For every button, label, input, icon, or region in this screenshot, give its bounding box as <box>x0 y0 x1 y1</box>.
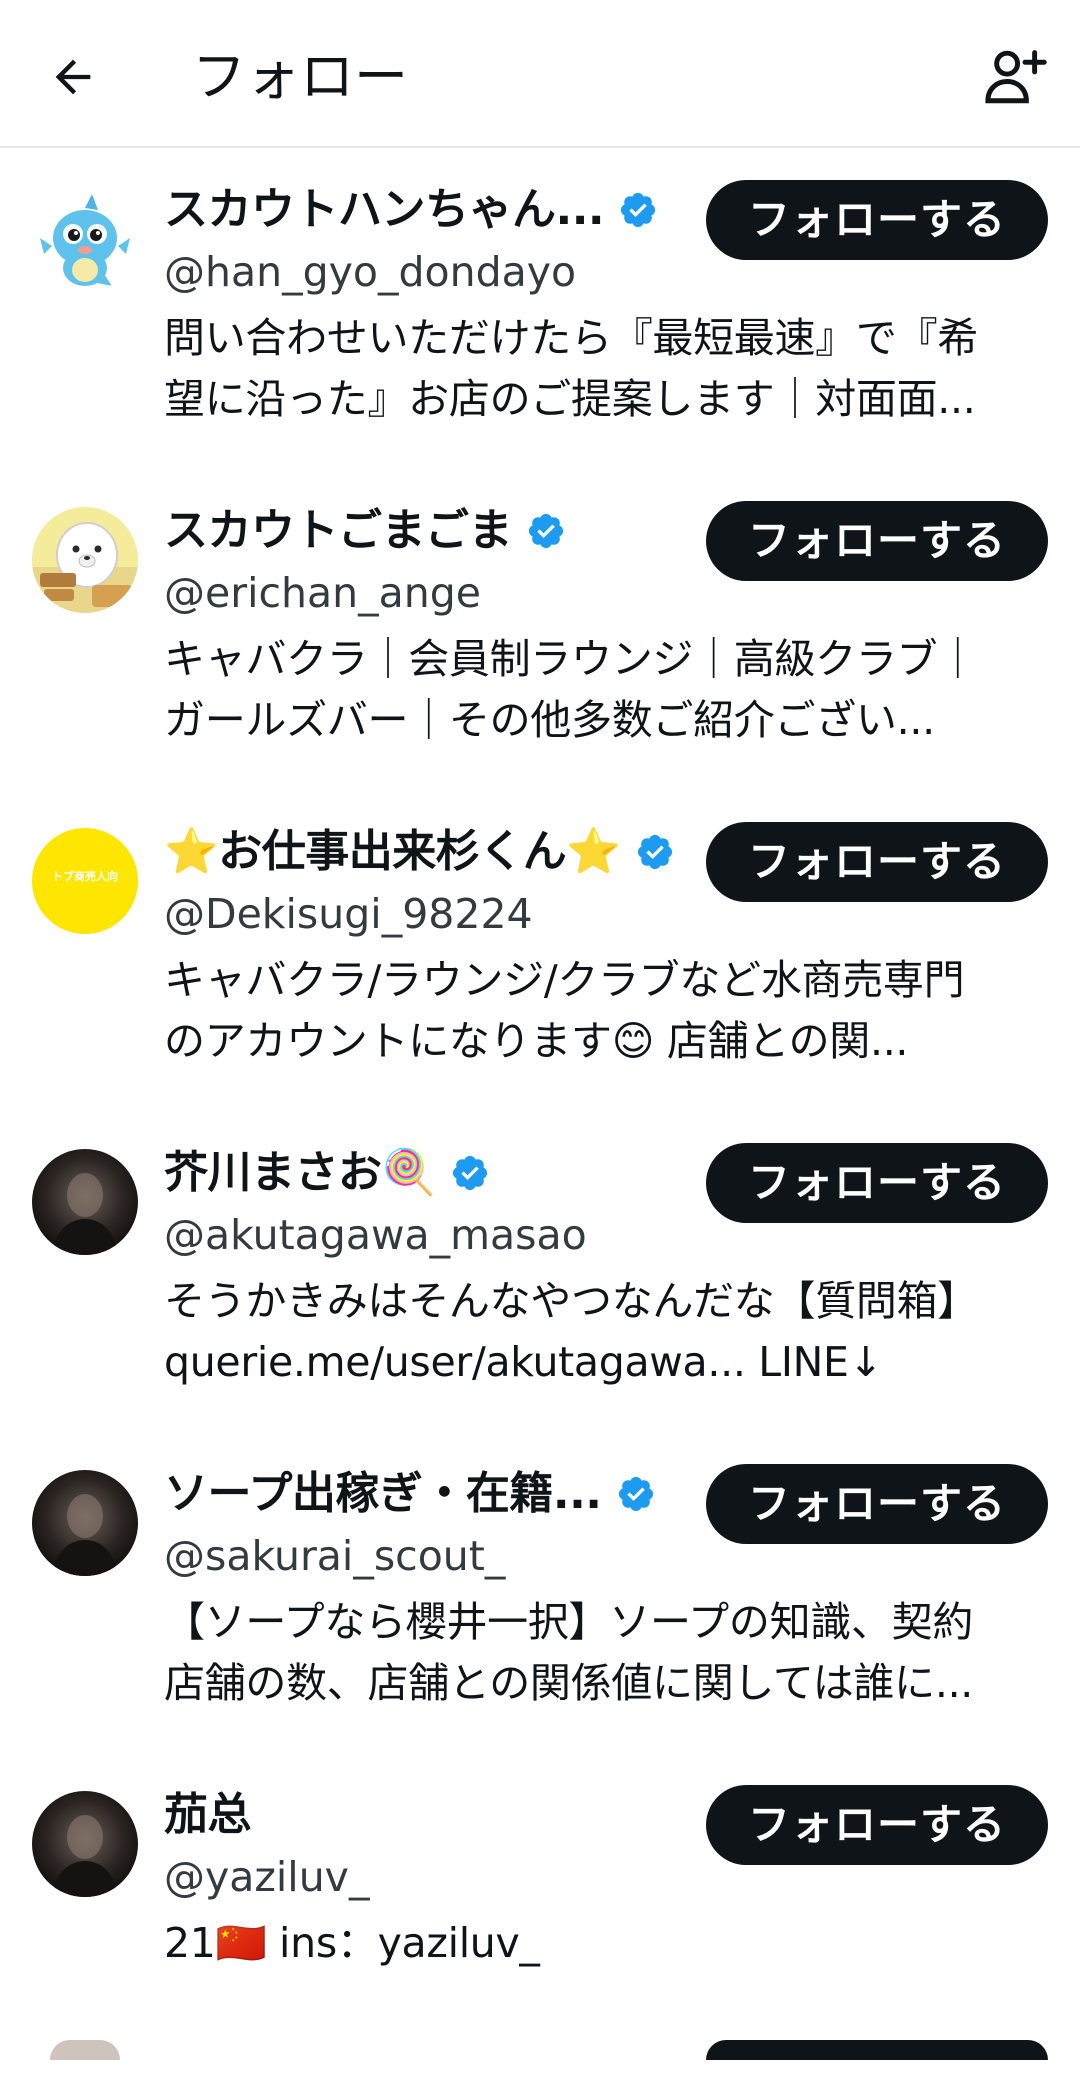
following-list: スカウトハンちゃん... @han_gyo_dondayo 問い合わせいただけたら『… <box>0 148 1080 2074</box>
verified-badge <box>635 832 675 872</box>
arrow-left-icon <box>55 59 91 95</box>
follow-button[interactable]: フォローする <box>706 1785 1048 1865</box>
user-row[interactable]: 茄总 @yaziluv_ 21🇨🇳 ins：yaziluv_ フォローする <box>0 1753 1080 2074</box>
verified-badge-icon <box>621 192 656 228</box>
top-app-bar: フォロー <box>0 0 1080 148</box>
verified-badge <box>526 511 566 551</box>
user-bio: 21🇨🇳 ins：yaziluv_ <box>164 1913 1054 1974</box>
bio-line: のアカウントになります😊 店舗との関... <box>164 1017 909 1065</box>
user-row[interactable]: ソープ出稼ぎ・在籍... @sakurai_scout_ 【ソープなら櫻井一択】ソー… <box>0 1432 1080 1753</box>
avatar <box>50 2040 120 2060</box>
display-name[interactable]: スカウトハンちゃん... <box>164 182 605 238</box>
follow-button[interactable]: フォローする <box>706 501 1048 581</box>
add-user-button[interactable] <box>978 40 1050 112</box>
verified-badge-icon <box>452 1155 487 1191</box>
user-row[interactable]: 芥川まさお🍭 @akutagawa_masao そうかきみはそんなやつなんだな【質問… <box>0 1111 1080 1432</box>
display-name[interactable]: 茄总 <box>164 1787 252 1843</box>
user-row[interactable]: トブ商売人向 ⭐お仕事出来杉くん⭐ @Dekisugi_98224 キャバクラ/ラウン… <box>0 790 1080 1111</box>
avatar[interactable] <box>32 1470 138 1576</box>
user-handle: @yaziluv_ <box>164 1853 370 1901</box>
page-title: フォロー <box>192 45 408 108</box>
bio-line: 【ソープなら櫻井一択】ソープの知識、契約 <box>164 1598 974 1646</box>
person-add-icon <box>985 50 1047 104</box>
back-button[interactable] <box>40 44 106 110</box>
display-name-line: スカウトハンちゃん... <box>164 178 658 242</box>
user-handle: @akutagawa_masao <box>164 1211 587 1259</box>
bio-line: querie.me/user/akutagawa... LINE↓ <box>164 1338 883 1386</box>
display-name[interactable]: 芥川まさお🍭 <box>164 1145 436 1201</box>
bio-line: キャバクラ｜会員制ラウンジ｜高級クラブ｜ <box>164 635 978 683</box>
user-handle: @sakurai_scout_ <box>164 1532 506 1580</box>
verified-badge-icon <box>637 834 672 870</box>
display-name[interactable]: ⭐お仕事出来杉くん⭐ <box>164 824 621 880</box>
bio-line: キャバクラ/ラウンジ/クラブなど水商売専門 <box>164 956 965 1004</box>
verified-badge-icon <box>618 1476 653 1512</box>
display-name-line: ソープ出稼ぎ・在籍... <box>164 1462 656 1526</box>
bio-line: 望に沿った』お店のご提案します｜対面面... <box>164 375 976 423</box>
follow-button[interactable]: フォローする <box>706 822 1048 902</box>
bio-line: 21🇨🇳 ins：yaziluv_ <box>164 1919 540 1967</box>
bio-line: 問い合わせいただけたら『最短最速』で『希 <box>164 314 978 362</box>
verified-badge <box>450 1153 490 1193</box>
verified-badge <box>616 1474 656 1514</box>
user-row[interactable]: スカウトハンちゃん... @han_gyo_dondayo 問い合わせいただけたら『… <box>0 148 1080 469</box>
follow-button[interactable]: フォローする <box>706 1464 1048 1544</box>
display-name-line: 茄总 <box>164 1783 252 1847</box>
user-handle: @han_gyo_dondayo <box>164 248 577 296</box>
user-row[interactable]: スカウトごまごま @erichan_ange キャバクラ｜会員制ラウンジ｜高級クラブ… <box>0 469 1080 790</box>
user-bio: キャバクラ/ラウンジ/クラブなど水商売専門 のアカウントになります😊 店舗との関.… <box>164 950 1054 1072</box>
display-name-line: ⭐お仕事出来杉くん⭐ <box>164 820 675 884</box>
avatar[interactable] <box>32 507 138 613</box>
avatar[interactable] <box>32 1791 138 1897</box>
user-bio: そうかきみはそんなやつなんだな【質問箱】 querie.me/user/akuta… <box>164 1271 1054 1393</box>
user-bio: 【ソープなら櫻井一択】ソープの知識、契約 店舗の数、店舗との関係値に関しては誰に.… <box>164 1592 1054 1714</box>
display-name-line: 芥川まさお🍭 <box>164 1141 490 1205</box>
user-bio: キャバクラ｜会員制ラウンジ｜高級クラブ｜ ガールズバー｜その他多数ご紹介ござい..… <box>164 629 1054 751</box>
display-name[interactable]: ソープ出稼ぎ・在籍... <box>164 1466 602 1522</box>
follow-button[interactable] <box>706 2040 1048 2060</box>
bio-line: 店舗の数、店舗との関係値に関しては誰に... <box>164 1659 974 1707</box>
bio-line: そうかきみはそんなやつなんだな【質問箱】 <box>164 1277 978 1325</box>
user-handle: @Dekisugi_98224 <box>164 890 533 938</box>
follow-button[interactable]: フォローする <box>706 1143 1048 1223</box>
verified-badge <box>618 190 658 230</box>
bio-line: ガールズバー｜その他多数ご紹介ござい... <box>164 696 935 744</box>
avatar[interactable]: トブ商売人向 <box>32 828 138 934</box>
verified-badge-icon <box>528 513 564 549</box>
avatar[interactable] <box>32 186 138 292</box>
display-name[interactable]: スカウトごまごま <box>164 503 513 559</box>
avatar[interactable] <box>32 1149 138 1255</box>
display-name-line: スカウトごまごま <box>164 499 566 563</box>
follow-button[interactable]: フォローする <box>706 180 1048 260</box>
avatar-text: トブ商売人向 <box>52 870 118 883</box>
user-handle: @erichan_ange <box>164 569 481 617</box>
user-bio: 問い合わせいただけたら『最短最速』で『希 望に沿った』お店のご提案します｜対面面.… <box>164 308 1054 430</box>
